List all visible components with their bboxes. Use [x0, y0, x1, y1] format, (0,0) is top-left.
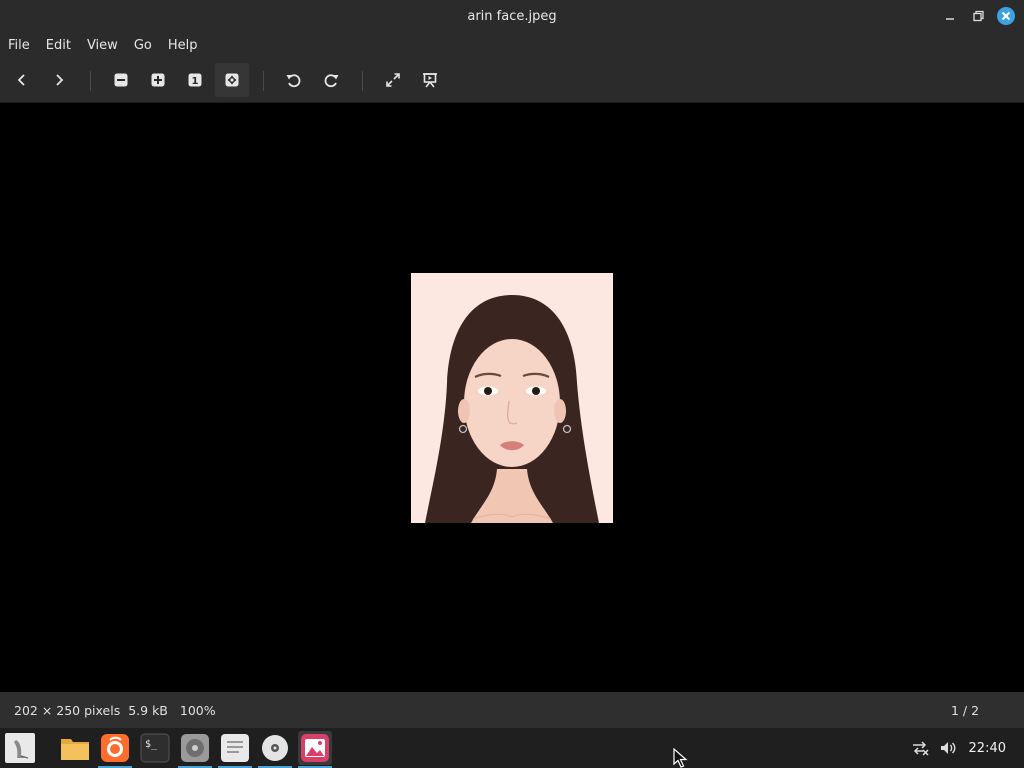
rotate-left-button[interactable]: [277, 63, 311, 97]
window-controls: [940, 6, 1016, 26]
disks-icon: [181, 734, 209, 762]
terminal-launcher[interactable]: $_: [138, 731, 172, 765]
restore-icon[interactable]: [968, 6, 988, 26]
toolbar-separator: [263, 71, 264, 91]
image-viewer-icon: [301, 734, 329, 762]
fullscreen-icon: [386, 73, 400, 87]
svg-text:1: 1: [192, 76, 199, 87]
rotate-right-icon: [324, 74, 339, 88]
image-viewer-launcher[interactable]: [298, 731, 332, 768]
minimize-icon[interactable]: [940, 6, 960, 26]
zoom-in-button[interactable]: [141, 63, 175, 97]
menu-icon: [5, 733, 35, 763]
title-bar: arin face.jpeg: [0, 0, 1024, 33]
menu-view[interactable]: View: [79, 33, 126, 59]
file-size: 5.9 kB: [128, 703, 168, 718]
image-position: 1 / 2: [951, 703, 980, 718]
zoom-normal-button[interactable]: 1: [178, 63, 212, 97]
disks-launcher[interactable]: [178, 731, 212, 768]
status-bar: 202 × 250 pixels 5.9 kB 100% 1 / 2: [0, 692, 1024, 728]
files-icon: [61, 739, 89, 760]
system-tray: 22:40: [903, 728, 1024, 768]
zoom-level: 100%: [179, 703, 216, 718]
close-icon[interactable]: [996, 6, 1016, 26]
clock[interactable]: 22:40: [969, 741, 1006, 756]
disc-launcher[interactable]: [258, 731, 292, 768]
slideshow-icon: [423, 73, 437, 88]
zoom-fit-icon: [225, 73, 239, 87]
zoom-out-icon: [114, 73, 128, 87]
rotate-right-button[interactable]: [314, 63, 348, 97]
slideshow-button[interactable]: [413, 63, 447, 97]
toolbar: 1: [0, 59, 1024, 103]
window-title: arin face.jpeg: [467, 9, 557, 24]
volume-icon[interactable]: [937, 737, 959, 759]
disc-icon: [262, 735, 288, 761]
previous-button[interactable]: [5, 63, 39, 97]
taskbar: $_ 22:40: [0, 728, 1024, 768]
portrait-photo: [411, 273, 613, 523]
previous-icon: [17, 74, 25, 86]
zoom-out-button[interactable]: [104, 63, 138, 97]
text-editor-icon: [221, 734, 249, 762]
menu-edit[interactable]: Edit: [38, 33, 79, 59]
files-launcher[interactable]: [58, 731, 92, 765]
next-button[interactable]: [42, 63, 76, 97]
firefox-launcher[interactable]: [98, 731, 132, 768]
menu-bar: File Edit View Go Help: [0, 33, 1024, 59]
svg-text:$_: $_: [145, 739, 158, 750]
menu-file[interactable]: File: [0, 33, 38, 59]
firefox-icon: [101, 734, 129, 762]
terminal-icon: $_: [140, 733, 170, 763]
zoom-fit-button[interactable]: [215, 63, 249, 97]
image-canvas[interactable]: [0, 103, 1024, 692]
zoom-normal-icon: 1: [188, 73, 202, 87]
mouse-cursor-icon: [673, 748, 688, 768]
menu-help[interactable]: Help: [160, 33, 206, 59]
fullscreen-button[interactable]: [376, 63, 410, 97]
menu-button[interactable]: [3, 731, 37, 765]
zoom-in-icon: [151, 73, 165, 87]
next-icon: [56, 74, 64, 86]
menu-go[interactable]: Go: [126, 33, 160, 59]
image-dimensions: 202 × 250 pixels: [14, 703, 121, 718]
toolbar-separator: [362, 71, 363, 91]
rotate-left-icon: [286, 74, 301, 88]
toolbar-separator: [90, 71, 91, 91]
network-disconnected-icon[interactable]: [909, 737, 931, 759]
text-editor-launcher[interactable]: [218, 731, 252, 768]
